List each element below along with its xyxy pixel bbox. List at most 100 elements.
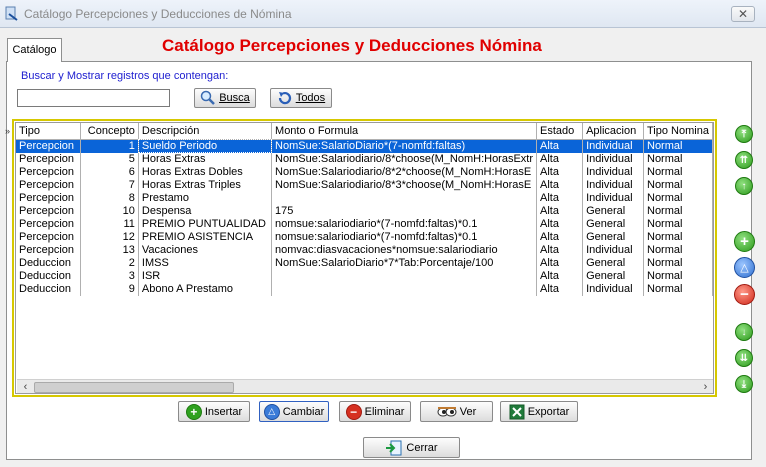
- table-row[interactable]: Percepcion 6 Horas Extras Dobles NomSue:Sal…: [16, 165, 713, 179]
- search-input[interactable]: [17, 89, 170, 107]
- table-cell: General: [582, 204, 644, 218]
- table-cell: Abono A Prestamo: [138, 282, 273, 296]
- table-cell: Normal: [643, 230, 713, 244]
- edit-triangle-icon: △: [263, 403, 280, 420]
- delete-icon[interactable]: −: [734, 284, 755, 305]
- export-button[interactable]: Exportar: [500, 401, 578, 422]
- previous-record-icon[interactable]: ↑: [735, 177, 753, 195]
- show-all-button-label: Todos: [295, 92, 326, 104]
- page-down-icon[interactable]: ⇊: [735, 349, 753, 367]
- view-button[interactable]: Ver: [420, 401, 493, 422]
- table-cell: Normal: [643, 269, 713, 283]
- table-row[interactable]: Percepcion 5 Horas Extras NomSue:Salariodia…: [16, 152, 713, 166]
- column-header-concepto[interactable]: Concepto: [80, 123, 139, 140]
- table-cell: [271, 282, 538, 296]
- table-cell: 175: [271, 204, 538, 218]
- first-record-icon[interactable]: ⤒: [735, 125, 753, 143]
- table-row[interactable]: Deduccion 9 Abono A Prestamo Alta Individual…: [16, 282, 713, 296]
- table-cell: Normal: [643, 165, 713, 179]
- refresh-icon: [278, 91, 291, 105]
- last-record-icon[interactable]: ⤓: [735, 375, 753, 393]
- column-header-tipo-nomina[interactable]: Tipo Nomina: [643, 123, 713, 140]
- minus-icon: −: [345, 403, 362, 420]
- delete-button-label: Eliminar: [364, 405, 405, 418]
- window-close-button[interactable]: ✕: [731, 6, 755, 22]
- search-button[interactable]: Busca: [194, 88, 256, 108]
- table-cell: Normal: [643, 139, 713, 153]
- show-all-button[interactable]: Todos: [270, 88, 332, 108]
- table-row[interactable]: Deduccion 2 IMSS NomSue:SalarioDiario*7*Tab…: [16, 256, 713, 270]
- horizontal-scrollbar[interactable]: ‹ ›: [17, 379, 713, 393]
- scroll-right-icon[interactable]: ›: [698, 380, 713, 393]
- table-cell: Percepcion: [16, 152, 81, 166]
- table-cell: Normal: [643, 217, 713, 231]
- table-cell: Percepcion: [16, 230, 81, 244]
- table-row[interactable]: Percepcion 13 Vacaciones nomvac:diasvacacio…: [16, 243, 713, 257]
- export-button-label: Exportar: [527, 405, 570, 418]
- table-header-row: Tipo Concepto Descripción Monto o Formul…: [16, 123, 713, 140]
- table-cell: Alta: [536, 282, 584, 296]
- table-cell: nomsue:salariodiario*(7-nomfd:faltas)*0.…: [271, 217, 538, 231]
- table-row[interactable]: Deduccion 3 ISR Alta General Normal: [16, 269, 713, 283]
- edit-icon[interactable]: △: [734, 257, 755, 278]
- table-cell: 9: [80, 282, 139, 296]
- table-row[interactable]: Percepcion 7 Horas Extras Triples NomSue:Sa…: [16, 178, 713, 192]
- table-cell: nomvac:diasvacaciones*nomsue:salariodiar…: [271, 243, 538, 257]
- table-cell: [271, 191, 538, 205]
- table-row[interactable]: Percepcion 11 PREMIO PUNTUALIDAD nomsue:sal…: [16, 217, 713, 231]
- table-row[interactable]: Percepcion 8 Prestamo Alta Individual Normal: [16, 191, 713, 205]
- table-cell: Alta: [536, 178, 584, 192]
- change-button[interactable]: △ Cambiar: [259, 401, 329, 422]
- table-cell: Percepcion: [16, 204, 81, 218]
- app-icon: [5, 6, 18, 21]
- table-cell: Percepcion: [16, 191, 81, 205]
- table-cell: Alta: [536, 256, 584, 270]
- table-cell: Individual: [582, 139, 644, 153]
- scroll-left-icon[interactable]: ‹: [18, 380, 33, 393]
- table-cell: Normal: [643, 256, 713, 270]
- table-cell: Despensa: [138, 204, 273, 218]
- table-cell: Percepcion: [16, 243, 81, 257]
- view-button-label: Ver: [459, 405, 477, 418]
- search-button-label: Busca: [219, 92, 250, 104]
- page-up-icon[interactable]: ⇈: [735, 151, 753, 169]
- records-grid: Tipo Concepto Descripción Monto o Formul…: [12, 119, 717, 397]
- table-cell: Normal: [643, 282, 713, 296]
- column-header-aplicacion[interactable]: Aplicacion: [582, 123, 644, 140]
- table-cell: Individual: [582, 243, 644, 257]
- next-record-icon[interactable]: ↓: [735, 323, 753, 341]
- table-cell: Prestamo: [138, 191, 273, 205]
- insert-button[interactable]: + Insertar: [178, 401, 250, 422]
- table-cell: Normal: [643, 243, 713, 257]
- column-header-descripcion[interactable]: Descripción: [138, 123, 273, 140]
- tab-catalogo[interactable]: Catálogo: [7, 38, 62, 62]
- scrollbar-thumb[interactable]: [34, 382, 234, 393]
- table-cell: NomSue:Salariodiario/8*3*choose(M_NomH:H…: [271, 178, 538, 192]
- table-cell: PREMIO ASISTENCIA: [138, 230, 273, 244]
- add-icon[interactable]: +: [734, 231, 755, 252]
- table-cell: IMSS: [138, 256, 273, 270]
- table-cell: 3: [80, 269, 139, 283]
- table-cell: NomSue:SalarioDiario*7*Tab:Porcentaje/10…: [271, 256, 538, 270]
- table-cell: General: [582, 230, 644, 244]
- table-cell: General: [582, 217, 644, 231]
- table-cell: Horas Extras Triples: [138, 178, 273, 192]
- delete-button[interactable]: − Eliminar: [339, 401, 411, 422]
- column-header-estado[interactable]: Estado: [536, 123, 584, 140]
- table-cell: PREMIO PUNTUALIDAD: [138, 217, 273, 231]
- table-cell: Alta: [536, 269, 584, 283]
- close-button[interactable]: Cerrar: [363, 437, 460, 458]
- table-cell: Normal: [643, 191, 713, 205]
- column-header-tipo[interactable]: Tipo: [16, 123, 81, 140]
- table-row[interactable]: Percepcion 12 PREMIO ASISTENCIA nomsue:sala…: [16, 230, 713, 244]
- table-cell: 10: [80, 204, 139, 218]
- table-cell: Individual: [582, 282, 644, 296]
- table-cell: Alta: [536, 243, 584, 257]
- column-header-monto[interactable]: Monto o Formula: [271, 123, 538, 140]
- exit-icon: [386, 440, 402, 455]
- table-cell: Alta: [536, 139, 584, 153]
- table-row[interactable]: Percepcion 10 Despensa 175 Alta General Normal: [16, 204, 713, 218]
- table-cell: Vacaciones: [138, 243, 273, 257]
- table-row[interactable]: Percepcion 1 Sueldo Periodo NomSue:SalarioD…: [16, 139, 713, 153]
- records-table: Tipo Concepto Descripción Monto o Formul…: [16, 123, 713, 296]
